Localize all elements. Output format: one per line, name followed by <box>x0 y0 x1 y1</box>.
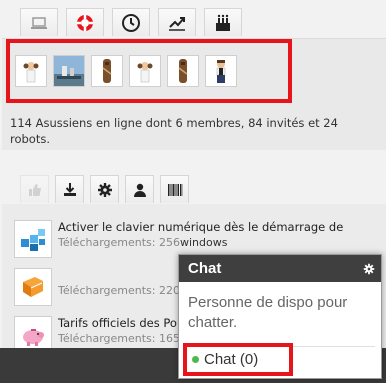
chat-widget: Chat Personne de dispo pour chatter. Cha… <box>178 254 382 379</box>
online-status-dot <box>192 356 199 363</box>
gear-icon <box>97 182 112 197</box>
download-meta: Téléchargements: 256windows <box>58 236 228 249</box>
tab-stats[interactable] <box>158 8 196 36</box>
settings-button[interactable] <box>90 175 119 203</box>
avatar[interactable] <box>167 55 199 87</box>
thumbs-up-icon <box>28 183 41 196</box>
avatar[interactable] <box>15 55 47 87</box>
download-title[interactable]: Tarifs officiels des Por <box>58 316 182 330</box>
chat-title: Chat <box>188 260 222 277</box>
online-panel: 114 Asussiens en ligne dont 6 membres, 8… <box>2 38 386 150</box>
avatar-leia-2 <box>130 56 160 86</box>
book-icon <box>23 277 43 297</box>
download-meta: Téléchargements: 220 <box>58 284 180 297</box>
top-tab-bar <box>20 8 242 36</box>
avatar[interactable] <box>129 55 161 87</box>
barcode-button[interactable] <box>160 175 189 203</box>
profile-button[interactable] <box>125 175 154 203</box>
avatar-chewbacca <box>92 56 122 86</box>
user-icon <box>133 183 146 197</box>
page: 114 Asussiens en ligne dont 6 membres, 8… <box>0 0 386 383</box>
online-avatars-highlight <box>6 39 292 103</box>
chat-message: Personne de dispo pour chatter. <box>188 294 348 331</box>
chat-status-button[interactable]: Chat (0) <box>183 343 293 376</box>
tab-recent[interactable] <box>112 8 150 36</box>
gear-icon[interactable] <box>363 263 375 275</box>
avatar[interactable] <box>53 55 85 87</box>
piggy-bank-icon <box>23 329 44 346</box>
avatar-leia <box>16 56 46 86</box>
chart-line-icon <box>169 16 185 31</box>
cubes-icon <box>21 229 45 251</box>
lifebuoy-icon <box>77 14 93 31</box>
barcode-icon <box>167 183 182 196</box>
tab-laptop[interactable] <box>20 8 58 36</box>
tab-support[interactable] <box>66 8 104 36</box>
download-meta: Téléchargements: 165 <box>58 332 180 345</box>
tab-birthdays[interactable] <box>204 8 242 36</box>
avatar[interactable] <box>91 55 123 87</box>
avatar-han <box>206 56 236 86</box>
download-thumb <box>14 220 52 258</box>
chat-header[interactable]: Chat <box>179 255 381 282</box>
avatar-chewbacca-2 <box>168 56 198 86</box>
laptop-icon <box>31 16 47 29</box>
online-count-text: 114 Asussiens en ligne dont 6 membres, 8… <box>10 116 338 146</box>
cake-icon <box>216 14 230 31</box>
download-button[interactable] <box>55 175 84 203</box>
download-title[interactable]: Activer le clavier numérique dès le déma… <box>58 220 343 234</box>
chat-status-label: Chat (0) <box>204 351 259 368</box>
download-icon <box>63 182 76 196</box>
download-thumb <box>14 268 52 306</box>
clock-icon <box>122 13 140 32</box>
tool-bar <box>20 175 189 203</box>
avatar-landscape <box>54 56 84 86</box>
like-button[interactable] <box>20 175 49 203</box>
avatar[interactable] <box>205 55 237 87</box>
